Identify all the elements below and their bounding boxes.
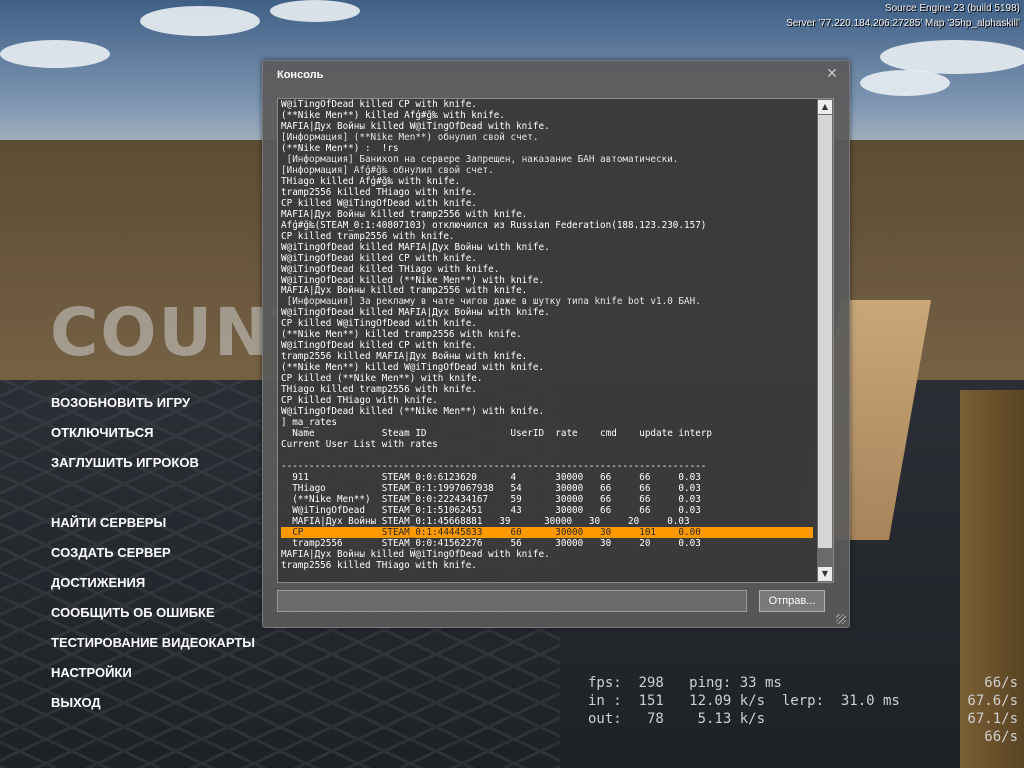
menu-resume-game[interactable]: ВОЗОБНОВИТЬ ИГРУ [51, 395, 190, 410]
net-graph-out: out: 78 5.13 k/s [588, 711, 766, 727]
console-line: Name Steam ID UserID rate cmd update int… [281, 428, 712, 440]
menu-create-server[interactable]: СОЗДАТЬ СЕРВЕР [51, 545, 171, 560]
console-line: THiago killed Ãfģ#ğ‰ with knife. [281, 175, 461, 187]
server-info: Server '77.220.184.206:27285' Map '35hp_… [786, 18, 1020, 29]
net-graph-in: in : 151 12.09 k/s lerp: 31.0 ms [588, 693, 900, 709]
console-line: CP killed W@iTingOfDead with knife. [281, 197, 477, 209]
console-line: W@iTingOfDead killed MAFIA|Дух Войны wit… [281, 307, 550, 319]
console-line: [Информация] За рекламу в чате чигов даж… [281, 296, 701, 308]
console-line: W@iTingOfDead killed (**Nike Men**) with… [281, 406, 545, 418]
console-line: ----------------------------------------… [281, 460, 707, 472]
menu-options[interactable]: НАСТРОЙКИ [51, 665, 132, 680]
menu-mute-players[interactable]: ЗАГЛУШИТЬ ИГРОКОВ [51, 455, 199, 470]
engine-info: Source Engine 23 (build 5198) Server '77… [786, 1, 1020, 31]
console-line: MAFIA|Дух Войны killed tramp2556 with kn… [281, 285, 528, 297]
console-line: CP killed W@iTingOfDead with knife. [281, 318, 477, 330]
console-line: W@iTingOfDead killed CP with knife. [281, 252, 477, 264]
submit-button[interactable]: Отправ... [759, 590, 825, 612]
net-graph-rate: 66/s [984, 675, 1018, 691]
console-line: tramp2556 killed THiago with knife. [281, 186, 477, 198]
console-lines: W@iTingOfDead killed CP with knife. (**Ni… [281, 99, 813, 571]
console-line: Current User List with rates [281, 439, 438, 450]
console-title: Консоль [277, 69, 324, 81]
scrollbar-thumb[interactable] [818, 115, 832, 548]
console-line: tramp2556 killed THiago with knife. [281, 559, 477, 571]
console-output: W@iTingOfDead killed CP with knife. (**Ni… [277, 98, 834, 583]
console-window: Консоль ✕ W@iTingOfDead killed CP with k… [262, 60, 850, 628]
scroll-up-icon[interactable]: ▲ [818, 100, 832, 114]
console-line: [Информация] Ãfģ#ğ‰ обнулил свой счет. [281, 164, 494, 176]
console-line: tramp2556 killed MAFIA|Дух Войны with kn… [281, 351, 528, 363]
console-line: W@iTingOfDead STEAM_0:1:51062451 43 3000… [281, 504, 701, 516]
cloud [270, 0, 360, 22]
console-line: (**Nike Men**) : !rs [281, 142, 399, 154]
console-line: W@iTingOfDead killed THiago with knife. [281, 263, 500, 275]
console-line: MAFIA|Дух Войны killed tramp2556 with kn… [281, 208, 528, 220]
console-line: (**Nike Men**) killed Ãfģ#ğ‰ with knife. [281, 109, 505, 121]
console-line: [Информация] (**Nike Men**) обнулил свой… [281, 131, 539, 143]
console-line: ] ma_rates [281, 417, 337, 429]
console-line: MAFIA|Дух Войны killed W@iTingOfDead wit… [281, 548, 550, 560]
console-line: Ãfģ#ğ‰(STEAM_0:1:40807103) отключился из… [281, 219, 707, 231]
console-line: W@iTingOfDead killed (**Nike Men**) with… [281, 274, 545, 286]
console-line: CP killed (**Nike Men**) with knife. [281, 373, 483, 385]
console-line: (**Nike Men**) STEAM_0:0:222434167 59 30… [281, 493, 701, 505]
console-input[interactable] [277, 590, 747, 612]
cloud [140, 6, 260, 36]
console-line: (**Nike Men**) killed tramp2556 with kni… [281, 329, 522, 341]
net-graph-fps: fps: 298 ping: 33 ms [588, 675, 782, 691]
net-graph-rate: 67.6/s [967, 693, 1018, 709]
console-line: CP killed THiago with knife. [281, 395, 438, 407]
console-line: THiago STEAM_0:1:1997067938 54 30000 66 … [281, 482, 701, 494]
console-line: W@iTingOfDead killed CP with knife. [281, 340, 477, 352]
console-line: W@iTingOfDead killed CP with knife. [281, 99, 477, 110]
console-line: CP killed tramp2556 with knife. [281, 230, 455, 242]
cloud [880, 40, 1024, 74]
console-line: tramp2556 STEAM_0:0:41562276 56 30000 30… [281, 537, 701, 549]
engine-build: Source Engine 23 (build 5198) [884, 3, 1020, 14]
cloud [860, 70, 950, 96]
console-line: (**Nike Men**) killed W@iTingOfDead with… [281, 362, 545, 374]
console-line-highlighted: CP STEAM_0:1:44445833 60 30000 30 101 0.… [281, 526, 813, 538]
console-line: [Информация] Банихоп на сервере Запрещен… [281, 153, 679, 165]
menu-achievements[interactable]: ДОСТИЖЕНИЯ [51, 575, 145, 590]
console-line: MAFIA|Дух Войны killed W@iTingOfDead wit… [281, 120, 550, 132]
net-graph-rate: 67.1/s [967, 711, 1018, 727]
cloud [0, 40, 110, 68]
menu-quit[interactable]: ВЫХОД [51, 695, 101, 710]
close-icon[interactable]: ✕ [825, 67, 839, 81]
console-line: THiago killed tramp2556 with knife. [281, 384, 477, 396]
menu-disconnect[interactable]: ОТКЛЮЧИТЬСЯ [51, 425, 154, 440]
console-line: MAFIA|Дух Войны STEAM_0:1:45668881 39 30… [281, 515, 690, 527]
resize-grip-icon[interactable] [836, 614, 846, 624]
console-line: 911 STEAM_0:0:6123620 4 30000 66 66 0.03 [281, 471, 701, 483]
scroll-down-icon[interactable]: ▼ [818, 567, 832, 581]
menu-video-stress-test[interactable]: ТЕСТИРОВАНИЕ ВИДЕОКАРТЫ [51, 635, 255, 650]
menu-report-bug[interactable]: СООБЩИТЬ ОБ ОШИБКЕ [51, 605, 215, 620]
menu-find-servers[interactable]: НАЙТИ СЕРВЕРЫ [51, 515, 166, 530]
console-line: W@iTingOfDead killed MAFIA|Дух Войны wit… [281, 241, 550, 253]
net-graph-rate: 66/s [984, 729, 1018, 745]
scrollbar[interactable]: ▲ ▼ [817, 99, 833, 582]
